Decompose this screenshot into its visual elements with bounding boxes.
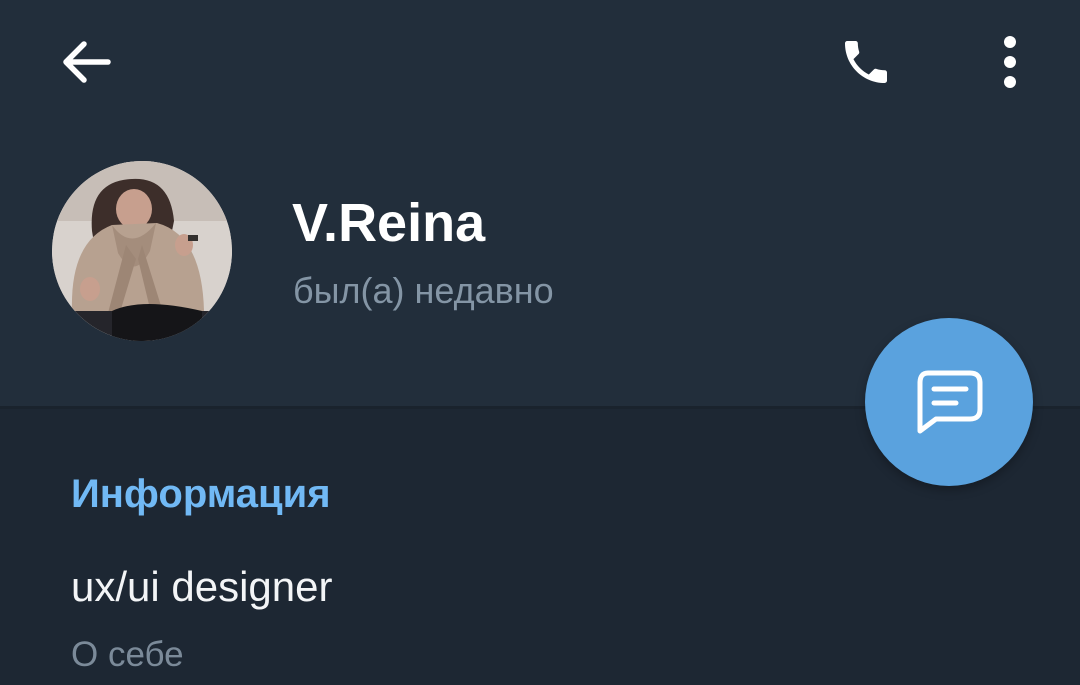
message-icon bbox=[917, 370, 983, 434]
profile-name: V.Reina bbox=[292, 193, 486, 253]
bio-value[interactable]: ux/ui designer bbox=[71, 560, 333, 614]
profile-photo bbox=[52, 161, 232, 341]
avatar[interactable] bbox=[52, 161, 232, 341]
back-button[interactable] bbox=[44, 20, 128, 104]
more-vertical-icon bbox=[1004, 36, 1016, 88]
send-message-button[interactable] bbox=[865, 318, 1033, 486]
info-section-title: Информация bbox=[71, 472, 331, 516]
more-options-button[interactable] bbox=[968, 18, 1052, 106]
arrow-left-icon bbox=[63, 41, 111, 83]
phone-icon bbox=[845, 41, 887, 83]
call-button[interactable] bbox=[822, 18, 910, 106]
bio-label: О себе bbox=[71, 635, 184, 674]
last-seen-status: был(а) недавно bbox=[293, 270, 554, 311]
